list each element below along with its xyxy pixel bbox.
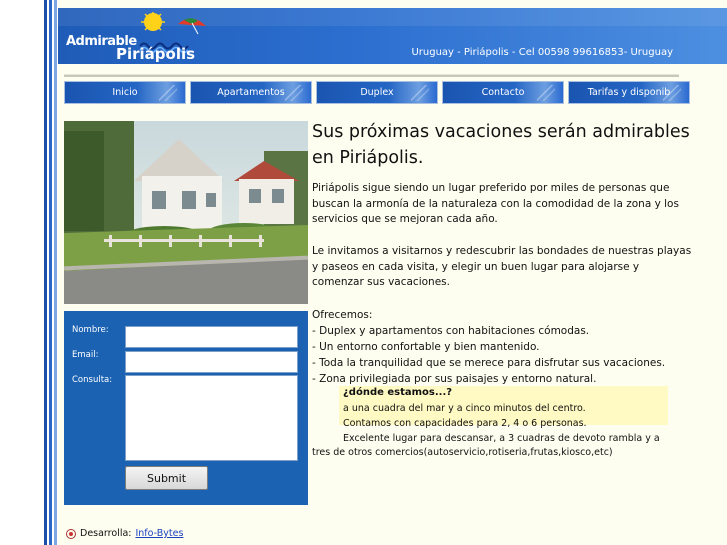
offer-item: - Zona privilegiada por sus paisajes y e… [312, 373, 597, 385]
site-footer: Desarrolla: Info-Bytes [66, 528, 183, 539]
header-divider [64, 74, 679, 77]
location-title: ¿dónde estamos...? [343, 387, 453, 398]
location-line: Contamos con capacidades para 2, 4 o 6 p… [343, 418, 587, 429]
offer-item: - Duplex y apartamentos con habitaciones… [312, 325, 590, 337]
nav-contacto[interactable]: Contacto [442, 81, 564, 104]
invite-paragraph: Le invitamos a visitarnos y redescubrir … [312, 245, 692, 288]
bullet-icon [66, 528, 76, 539]
email-label: Email: [72, 350, 99, 360]
submit-button[interactable]: Submit [125, 466, 208, 490]
main-navigation: Inicio Apartamentos Duplex Contacto Tari… [64, 81, 690, 104]
house-photo-illustration [64, 121, 308, 304]
query-textarea[interactable] [125, 375, 298, 461]
name-label: Nombre: [72, 325, 109, 335]
name-input[interactable] [125, 326, 298, 348]
location-line: Excelente lugar para descansar, a 3 cuad… [343, 433, 660, 444]
site-header: Admirable Piriápolis Uruguay - Piriápoli… [58, 8, 727, 64]
offer-item: - Toda la tranquilidad que se merece par… [312, 357, 666, 369]
nav-apartamentos[interactable]: Apartamentos [190, 81, 312, 104]
left-decorative-stripes [0, 0, 58, 545]
offer-item: - Un entorno confortable y bien mantenid… [312, 341, 540, 353]
footer-developer-link[interactable]: Info-Bytes [135, 528, 183, 539]
house-photo [64, 121, 308, 304]
query-label: Consulta: [72, 375, 113, 385]
nav-tarifas[interactable]: Tarifas y disponib [568, 81, 690, 104]
page-headline: Sus próximas vacaciones serán admirables… [312, 122, 690, 168]
offer-list: Ofrecemos: - Duplex y apartamentos con h… [312, 307, 712, 387]
footer-label: Desarrolla: [80, 528, 132, 539]
nav-duplex[interactable]: Duplex [316, 81, 438, 104]
header-contact-info: Uruguay - Piriápolis - Cel 00598 9961685… [411, 47, 673, 58]
logo-text-piriapolis: Piriápolis [116, 45, 196, 63]
location-line: a una cuadra del mar y a cinco minutos d… [343, 403, 586, 414]
intro-paragraph: Piriápolis sigue siendo un lugar preferi… [312, 182, 679, 225]
nav-inicio[interactable]: Inicio [64, 81, 186, 104]
offer-title: Ofrecemos: [312, 309, 373, 321]
email-input[interactable] [125, 351, 298, 373]
location-line: tres de otros comercios(autoservicio,rot… [312, 447, 613, 458]
contact-form: Nombre: Email: Consulta: Submit [64, 311, 308, 505]
